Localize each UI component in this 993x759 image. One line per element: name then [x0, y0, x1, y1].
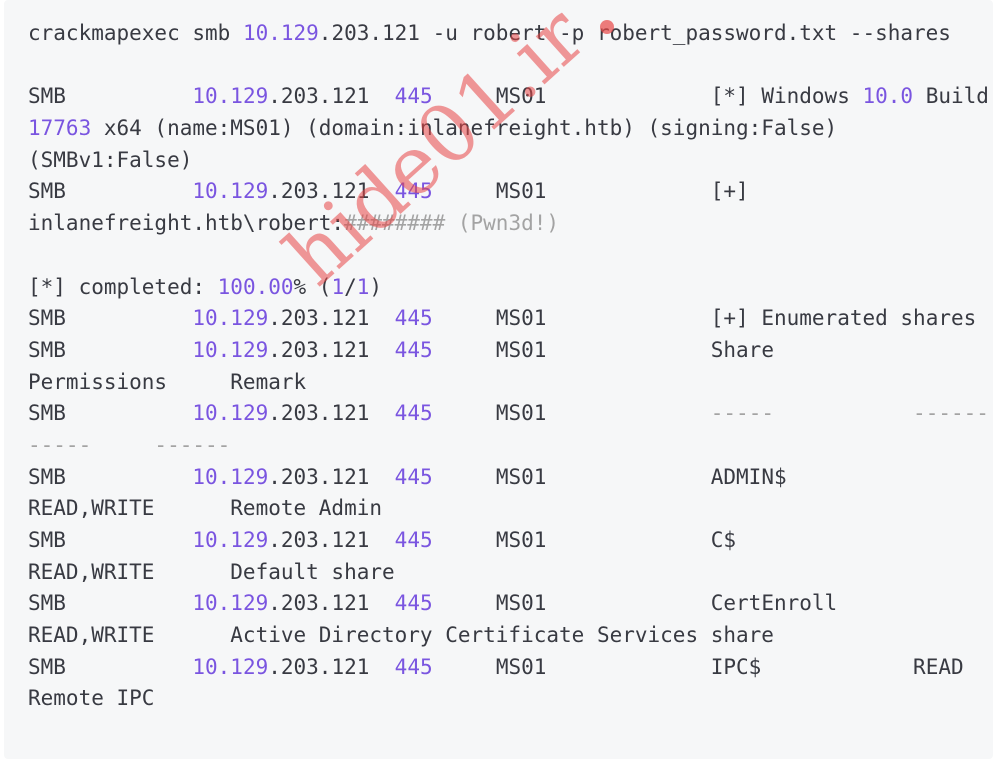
- code-number: 445: [394, 179, 433, 204]
- code-text: Permissions Remark: [28, 369, 307, 394]
- code-text: MS01 C$: [432, 528, 737, 552]
- code-text: MS01 Share: [432, 337, 774, 362]
- code-text: READ,WRITE Remote Admin: [28, 496, 383, 521]
- code-number: 1: [331, 274, 345, 299]
- code-text: .203.121: [268, 528, 395, 552]
- code-number: 445: [394, 401, 433, 426]
- code-text: ----- ------: [28, 432, 231, 457]
- code-line: SMB 10.129.203.121 445 MS01 ADMIN$: [28, 462, 989, 494]
- code-text: SMB: [28, 591, 193, 616]
- code-line: SMB 10.129.203.121 445 MS01 Share: [28, 335, 989, 367]
- code-number: 10.129: [242, 21, 319, 45]
- code-text: SMB: [28, 337, 193, 362]
- code-number: 100.00: [217, 274, 294, 299]
- code-number: 445: [394, 528, 433, 552]
- code-number: 10.129: [192, 654, 269, 679]
- code-text: SMB: [28, 464, 193, 489]
- code-number: 10.129: [192, 179, 269, 204]
- code-number: 10.0: [862, 84, 914, 109]
- watermark-dot: [600, 20, 614, 34]
- code-text: MS01 [+]: [432, 179, 749, 204]
- code-line: SMB 10.129.203.121 445 MS01 ----- ------: [28, 398, 989, 430]
- code-text: SMB: [28, 84, 193, 109]
- code-text: ######## (Pwn3d!): [344, 211, 560, 236]
- code-text: SMB: [28, 401, 193, 426]
- code-text: Build: [913, 84, 989, 109]
- code-block: crackmapexec smb 10.129.203.121 -u rober…: [4, 0, 993, 759]
- code-number: 10.129: [192, 337, 269, 362]
- code-text: .203.121: [268, 84, 395, 109]
- code-text: inlanefreight.htb\robert:: [28, 211, 345, 236]
- code-number: 10.129: [192, 464, 269, 489]
- code-text: .203.121: [268, 179, 395, 204]
- code-line: SMB 10.129.203.121 445 MS01 IPC$ READ: [28, 652, 989, 684]
- code-text: ----- ------: [710, 401, 989, 426]
- code-number: 445: [394, 654, 433, 679]
- code-line: SMB 10.129.203.121 445 MS01 [*] Windows …: [28, 81, 989, 113]
- code-text: READ,WRITE Default share: [28, 559, 395, 584]
- code-line: READ,WRITE Remote Admin: [28, 493, 989, 525]
- code-text: .203.121: [268, 654, 395, 679]
- code-text: Remote IPC: [28, 686, 155, 711]
- code-text: MS01 IPC$ READ: [432, 654, 964, 679]
- code-number: 10.129: [192, 306, 269, 331]
- code-line: SMB 10.129.203.121 445 MS01 CertEnroll: [28, 588, 989, 620]
- code-number: 445: [394, 464, 433, 489]
- code-text: SMB: [28, 528, 193, 552]
- code-line: (SMBv1:False): [28, 145, 989, 177]
- code-text: MS01 [+] Enumerated shares: [432, 306, 977, 331]
- code-number: 445: [394, 306, 433, 331]
- code-number: 10.129: [192, 528, 269, 552]
- code-line: Remote IPC: [28, 683, 989, 715]
- code-text: READ,WRITE Active Directory Certificate …: [28, 623, 774, 648]
- code-line: READ,WRITE Active Directory Certificate …: [28, 620, 989, 652]
- code-text: MS01: [432, 401, 711, 426]
- code-number: 445: [394, 591, 433, 616]
- code-text: [*] completed:: [28, 274, 218, 299]
- code-text: .203.121: [268, 401, 395, 426]
- code-number: 1: [356, 274, 370, 299]
- code-number: 17763: [28, 116, 92, 141]
- code-text: crackmapexec smb: [28, 21, 243, 45]
- terminal-output: crackmapexec smb 10.129.203.121 -u rober…: [28, 18, 989, 715]
- code-line: inlanefreight.htb\robert:######## (Pwn3d…: [28, 208, 989, 240]
- code-text: (SMBv1:False): [28, 147, 193, 172]
- code-text: SMB: [28, 654, 193, 679]
- code-number: 10.129: [192, 84, 269, 109]
- code-line: Permissions Remark: [28, 367, 989, 399]
- code-text: x64 (name:MS01) (domain:inlanefreight.ht…: [91, 116, 838, 141]
- code-line: [*] completed: 100.00% (1/1): [28, 272, 989, 304]
- code-text: SMB: [28, 306, 193, 331]
- code-line: SMB 10.129.203.121 445 MS01 [+]: [28, 176, 989, 208]
- code-number: 445: [394, 84, 433, 109]
- code-line: READ,WRITE Default share: [28, 557, 989, 589]
- code-text: .203.121 -u robert -p robert_password.tx…: [318, 21, 951, 45]
- code-text: % (: [293, 274, 332, 299]
- code-line: SMB 10.129.203.121 445 MS01 C$: [28, 525, 989, 557]
- code-text: /: [344, 274, 357, 299]
- code-text: .203.121: [268, 464, 395, 489]
- code-line: SMB 10.129.203.121 445 MS01 [+] Enumerat…: [28, 303, 989, 335]
- code-line: 17763 x64 (name:MS01) (domain:inlanefrei…: [28, 113, 989, 145]
- code-text: .203.121: [268, 591, 395, 616]
- code-text: ): [369, 274, 383, 299]
- code-text: .203.121: [268, 337, 395, 362]
- code-text: MS01 [*] Windows: [432, 84, 863, 109]
- code-text: MS01 CertEnroll: [432, 591, 838, 616]
- code-line: ----- ------: [28, 430, 989, 462]
- code-number: 445: [394, 337, 433, 362]
- code-text: MS01 ADMIN$: [432, 464, 787, 489]
- code-number: 10.129: [192, 591, 269, 616]
- code-text: SMB: [28, 179, 193, 204]
- code-number: 10.129: [192, 401, 269, 426]
- code-line: crackmapexec smb 10.129.203.121 -u rober…: [28, 18, 989, 50]
- code-text: .203.121: [268, 306, 395, 331]
